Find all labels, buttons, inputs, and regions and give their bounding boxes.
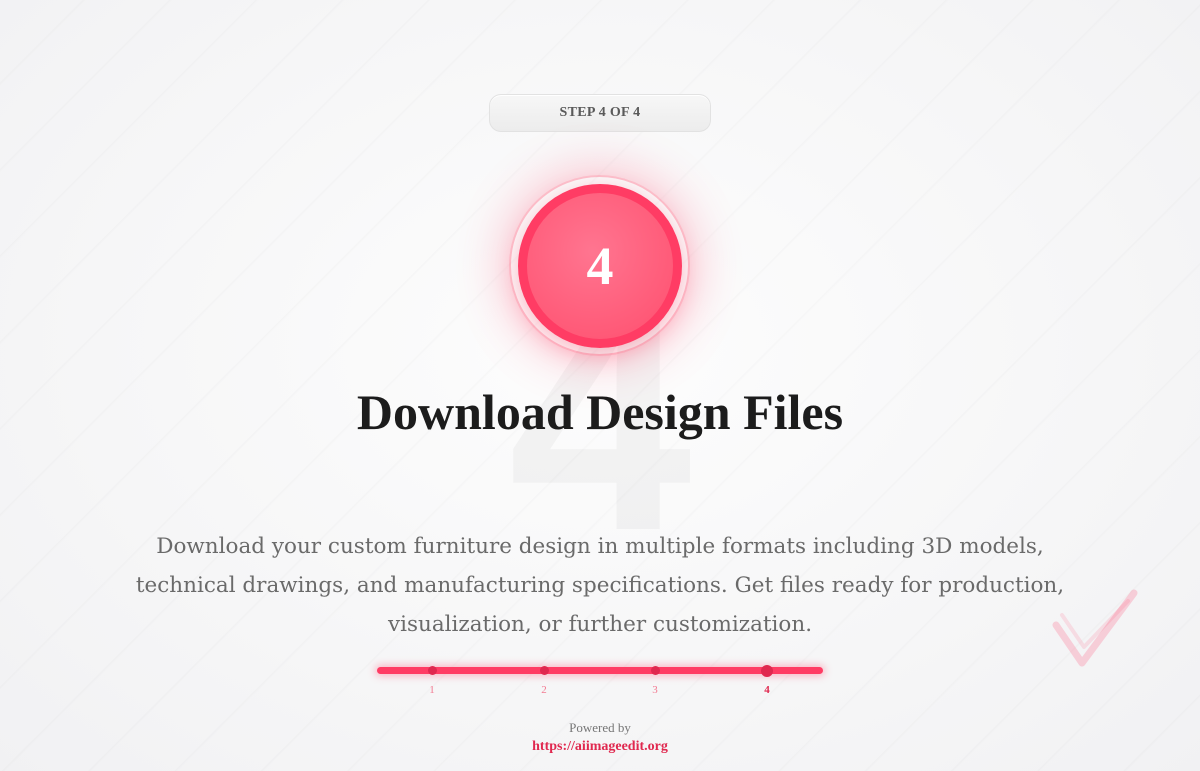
step-indicator-label: STEP 4 OF 4 [559, 105, 641, 120]
page-title: Download Design Files [356, 384, 844, 440]
progress-step-label-1: 1 [429, 684, 435, 696]
progress-dot-4 [761, 664, 773, 677]
powered-by-label: Powered by [569, 720, 631, 735]
progress-dot-2 [539, 666, 549, 675]
step-number: 4 [586, 236, 614, 296]
footer-link-container: https://aiimageedit.org [0, 739, 1200, 755]
step-number-badge: 4 [518, 184, 682, 348]
progress-dot-1 [427, 666, 437, 675]
progress-bar [377, 664, 823, 677]
footer-link[interactable]: https://aiimageedit.org [532, 739, 668, 754]
progress-step-label-2: 2 [541, 684, 547, 696]
step-description: Download your custom furniture design in… [135, 534, 1065, 637]
progress-step-label-3: 3 [652, 684, 658, 696]
step-indicator-pill: STEP 4 OF 4 [489, 94, 711, 132]
progress-dot-3 [650, 666, 660, 675]
progress-step-label-4: 4 [764, 684, 770, 696]
checkmark-icon [1052, 589, 1138, 667]
